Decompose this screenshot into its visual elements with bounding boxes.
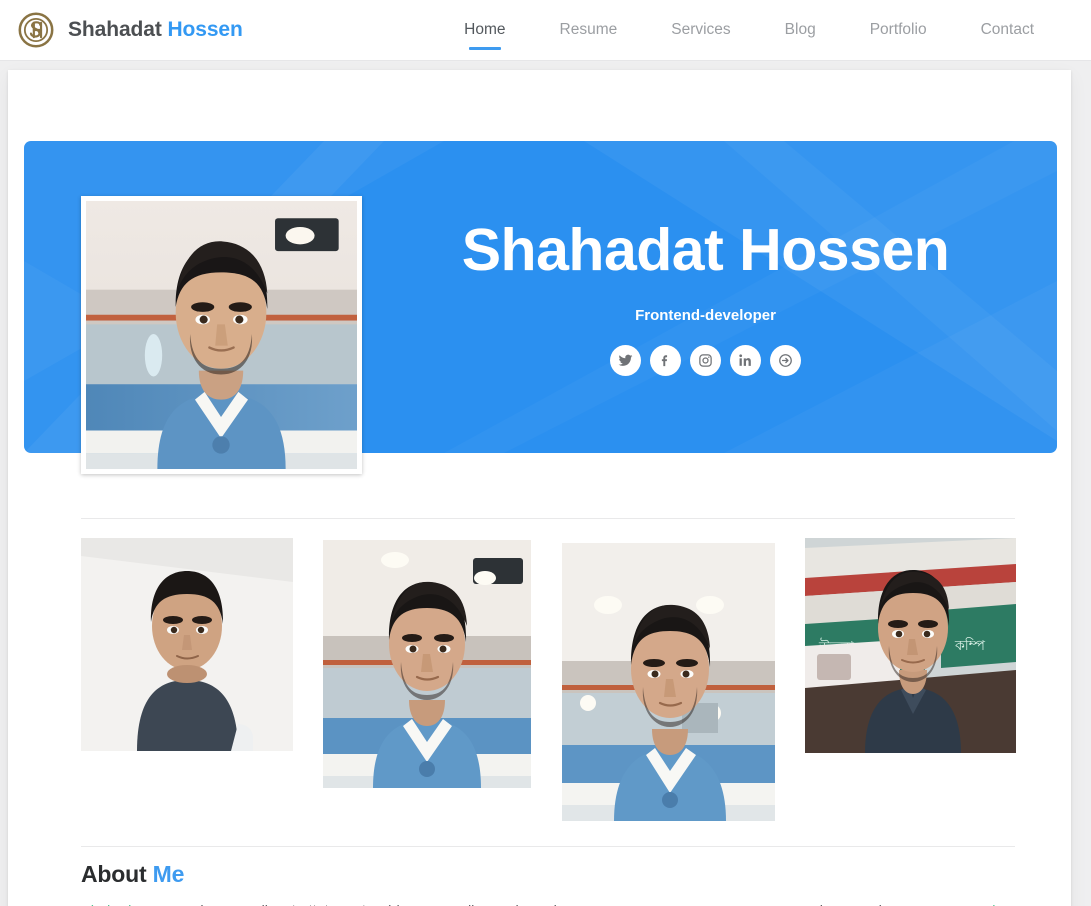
divider-above-gallery (81, 518, 1015, 519)
brand-title: Shahadat Hossen (68, 18, 243, 42)
content-card: Shahadat Hossen Frontend-developer কম্পি… (8, 70, 1071, 906)
about-heading: About Me (81, 861, 1018, 888)
sh-monogram-logo-icon (18, 12, 54, 48)
linkedin-icon[interactable] (730, 345, 761, 376)
gallery-item-1[interactable] (81, 538, 293, 751)
about-paragraph: Shahadat Hossen(In Bengali: মো. শাহাদৎ হ… (81, 901, 1018, 906)
gallery-item-3[interactable] (562, 543, 775, 821)
about-section: About Me Shahadat Hossen(In Bengali: মো.… (81, 861, 1018, 906)
about-heading-main: About (81, 861, 147, 887)
profile-photo-frame[interactable] (81, 196, 362, 474)
hero-subtitle: Frontend-developer (635, 307, 776, 324)
nav-item-blog[interactable]: Blog (758, 15, 843, 45)
photo-gallery: উত্তরা কম্পি (81, 538, 1021, 828)
hero-content: Shahadat Hossen Frontend-developer (354, 141, 1057, 453)
nav-item-contact[interactable]: Contact (954, 15, 1061, 45)
gallery-item-4[interactable]: উত্তরা কম্পি (805, 538, 1016, 753)
top-navigation-bar: Shahadat Hossen Home Resume Services Blo… (0, 0, 1091, 61)
social-links-row (610, 345, 801, 376)
facebook-icon[interactable] (650, 345, 681, 376)
dribbble-arrow-icon[interactable] (770, 345, 801, 376)
twitter-icon[interactable] (610, 345, 641, 376)
about-heading-accent: Me (152, 861, 185, 887)
nav-item-resume[interactable]: Resume (533, 15, 645, 45)
instagram-icon[interactable] (690, 345, 721, 376)
brand-first-name: Shahadat (68, 18, 162, 41)
divider-above-about (81, 846, 1015, 847)
profile-photo (86, 201, 357, 469)
nav-item-services[interactable]: Services (644, 15, 757, 45)
gallery-item-2[interactable] (323, 540, 531, 788)
brand-logo-link[interactable]: Shahadat Hossen (18, 12, 243, 48)
nav-item-portfolio[interactable]: Portfolio (843, 15, 954, 45)
hero-title: Shahadat Hossen (461, 217, 950, 283)
nav-item-home[interactable]: Home (437, 15, 532, 45)
main-nav-menu: Home Resume Services Blog Portfolio Cont… (437, 15, 1069, 45)
svg-text:কম্পি: কম্পি (954, 637, 986, 654)
brand-last-name: Hossen (167, 18, 243, 41)
page-body: Shahadat Hossen Frontend-developer কম্পি… (0, 61, 1091, 906)
